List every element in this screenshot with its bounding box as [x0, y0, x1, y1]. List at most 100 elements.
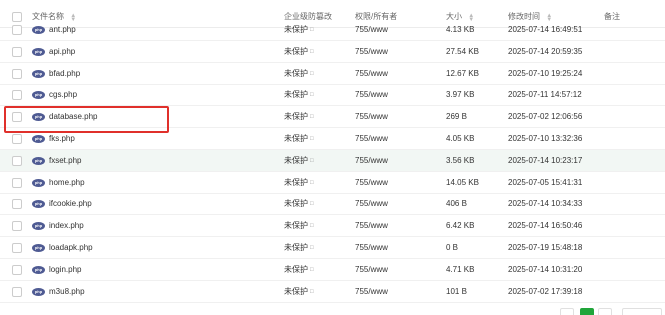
- protection-cell[interactable]: 未保护 □: [284, 237, 314, 259]
- row-checkbox[interactable]: [12, 68, 22, 79]
- protection-cell[interactable]: 未保护 □: [284, 19, 314, 41]
- row-checkbox[interactable]: [12, 155, 22, 166]
- protection-status[interactable]: 未保护: [284, 243, 308, 252]
- row-check-cell[interactable]: [12, 237, 24, 259]
- protection-status[interactable]: 未保护: [284, 287, 308, 296]
- permission-value[interactable]: 755/www: [355, 221, 388, 230]
- file-name[interactable]: fxset.php: [49, 156, 81, 165]
- table-row[interactable]: php login.php 未保护 □ 755/www 4.71 KB 2025-07-14…: [0, 259, 665, 281]
- permission-value[interactable]: 755/www: [355, 134, 388, 143]
- table-row[interactable]: php fxset.php 未保护 □ 755/www 3.56 KB 2025-07-14…: [0, 149, 665, 172]
- protection-cell[interactable]: 未保护 □: [284, 281, 314, 303]
- row-check-cell[interactable]: [12, 84, 24, 106]
- row-check-cell[interactable]: [12, 281, 24, 303]
- permission-cell[interactable]: 755/www: [355, 259, 388, 281]
- table-row[interactable]: php index.php 未保护 □ 755/www 6.42 KB 2025-07-14…: [0, 215, 665, 238]
- table-row[interactable]: php ant.php 未保护 □ 755/www 4.13 KB 2025-07-14 1…: [0, 19, 665, 41]
- protection-cell[interactable]: 未保护 □: [284, 63, 314, 85]
- permission-value[interactable]: 755/www: [355, 25, 388, 34]
- row-checkbox[interactable]: [12, 134, 22, 144]
- permission-value[interactable]: 755/www: [355, 90, 388, 99]
- file-name[interactable]: home.php: [49, 178, 85, 187]
- permission-value[interactable]: 755/www: [355, 265, 388, 274]
- file-name-cell[interactable]: php m3u8.php: [32, 281, 85, 303]
- protection-status[interactable]: 未保护: [284, 156, 308, 165]
- file-name-cell[interactable]: php ant.php: [32, 19, 76, 41]
- row-check-cell[interactable]: [12, 63, 24, 85]
- protection-status[interactable]: 未保护: [284, 25, 308, 34]
- protection-cell[interactable]: 未保护 □: [284, 259, 314, 281]
- protection-status[interactable]: 未保护: [284, 265, 308, 274]
- table-row[interactable]: php ifcookie.php 未保护 □ 755/www 406 B 2025-07-1…: [0, 193, 665, 216]
- protection-status[interactable]: 未保护: [284, 221, 308, 230]
- table-row[interactable]: php cgs.php 未保护 □ 755/www 3.97 KB 2025-07-11 1…: [0, 84, 665, 107]
- file-name[interactable]: index.php: [49, 221, 84, 230]
- row-check-cell[interactable]: [12, 150, 24, 172]
- permission-value[interactable]: 755/www: [355, 178, 388, 187]
- permission-value[interactable]: 755/www: [355, 287, 388, 296]
- row-checkbox[interactable]: [12, 177, 22, 188]
- permission-value[interactable]: 755/www: [355, 112, 388, 121]
- file-name[interactable]: cgs.php: [49, 90, 77, 99]
- table-row[interactable]: php bfad.php 未保护 □ 755/www 12.67 KB 2025-07-10…: [0, 63, 665, 85]
- file-name-cell[interactable]: php home.php: [32, 172, 85, 194]
- protection-status[interactable]: 未保护: [284, 112, 308, 121]
- permission-cell[interactable]: 755/www: [355, 41, 388, 63]
- protection-status[interactable]: 未保护: [284, 200, 308, 209]
- file-name[interactable]: m3u8.php: [49, 287, 85, 296]
- permission-value[interactable]: 755/www: [355, 69, 388, 78]
- permission-value[interactable]: 755/www: [355, 199, 388, 208]
- row-check-cell[interactable]: [12, 19, 24, 41]
- permission-cell[interactable]: 755/www: [355, 215, 388, 237]
- protection-cell[interactable]: 未保护 □: [284, 150, 314, 172]
- protection-status[interactable]: 未保护: [284, 134, 308, 143]
- row-checkbox[interactable]: [12, 243, 22, 253]
- page-prev-button[interactable]: [560, 308, 574, 315]
- file-name-cell[interactable]: php ifcookie.php: [32, 193, 92, 215]
- permission-value[interactable]: 755/www: [355, 156, 388, 165]
- file-name-cell[interactable]: php cgs.php: [32, 84, 77, 106]
- row-checkbox[interactable]: [12, 199, 22, 210]
- page-next-button[interactable]: [598, 308, 612, 315]
- file-name[interactable]: api.php: [49, 47, 75, 56]
- permission-value[interactable]: 755/www: [355, 243, 388, 252]
- protection-cell[interactable]: 未保护 □: [284, 215, 314, 237]
- row-checkbox[interactable]: [12, 264, 22, 275]
- row-check-cell[interactable]: [12, 259, 24, 281]
- protection-cell[interactable]: 未保护 □: [284, 106, 314, 128]
- protection-cell[interactable]: 未保护 □: [284, 128, 314, 150]
- permission-cell[interactable]: 755/www: [355, 63, 388, 85]
- file-name[interactable]: ant.php: [49, 25, 76, 34]
- page-size-select[interactable]: [622, 308, 662, 315]
- table-row[interactable]: php m3u8.php 未保护 □ 755/www 101 B 2025-07-02 17…: [0, 281, 665, 303]
- file-name[interactable]: fks.php: [49, 134, 75, 143]
- permission-cell[interactable]: 755/www: [355, 193, 388, 215]
- file-name[interactable]: loadapk.php: [49, 243, 93, 252]
- row-checkbox[interactable]: [12, 46, 22, 57]
- file-name-cell[interactable]: php fxset.php: [32, 150, 81, 172]
- row-checkbox[interactable]: [12, 221, 22, 232]
- protection-status[interactable]: 未保护: [284, 91, 308, 100]
- permission-cell[interactable]: 755/www: [355, 172, 388, 194]
- permission-cell[interactable]: 755/www: [355, 84, 388, 106]
- file-name-cell[interactable]: php api.php: [32, 41, 75, 63]
- file-name-cell[interactable]: php login.php: [32, 259, 81, 281]
- row-checkbox[interactable]: [12, 90, 22, 101]
- protection-status[interactable]: 未保护: [284, 47, 308, 56]
- permission-cell[interactable]: 755/www: [355, 128, 388, 150]
- permission-cell[interactable]: 755/www: [355, 106, 388, 128]
- permission-value[interactable]: 755/www: [355, 47, 388, 56]
- permission-cell[interactable]: 755/www: [355, 19, 388, 41]
- permission-cell[interactable]: 755/www: [355, 237, 388, 259]
- protection-cell[interactable]: 未保护 □: [284, 41, 314, 63]
- protection-cell[interactable]: 未保护 □: [284, 84, 314, 106]
- row-checkbox[interactable]: [12, 25, 22, 35]
- protection-status[interactable]: 未保护: [284, 69, 308, 78]
- permission-cell[interactable]: 755/www: [355, 150, 388, 172]
- file-name-cell[interactable]: php loadapk.php: [32, 237, 93, 259]
- table-row[interactable]: php home.php 未保护 □ 755/www 14.05 KB 2025-07-05…: [0, 172, 665, 194]
- row-check-cell[interactable]: [12, 193, 24, 215]
- protection-status[interactable]: 未保护: [284, 178, 308, 187]
- page-current-button[interactable]: [580, 308, 594, 315]
- table-row[interactable]: php loadapk.php 未保护 □ 755/www 0 B 2025-07-19 1…: [0, 237, 665, 259]
